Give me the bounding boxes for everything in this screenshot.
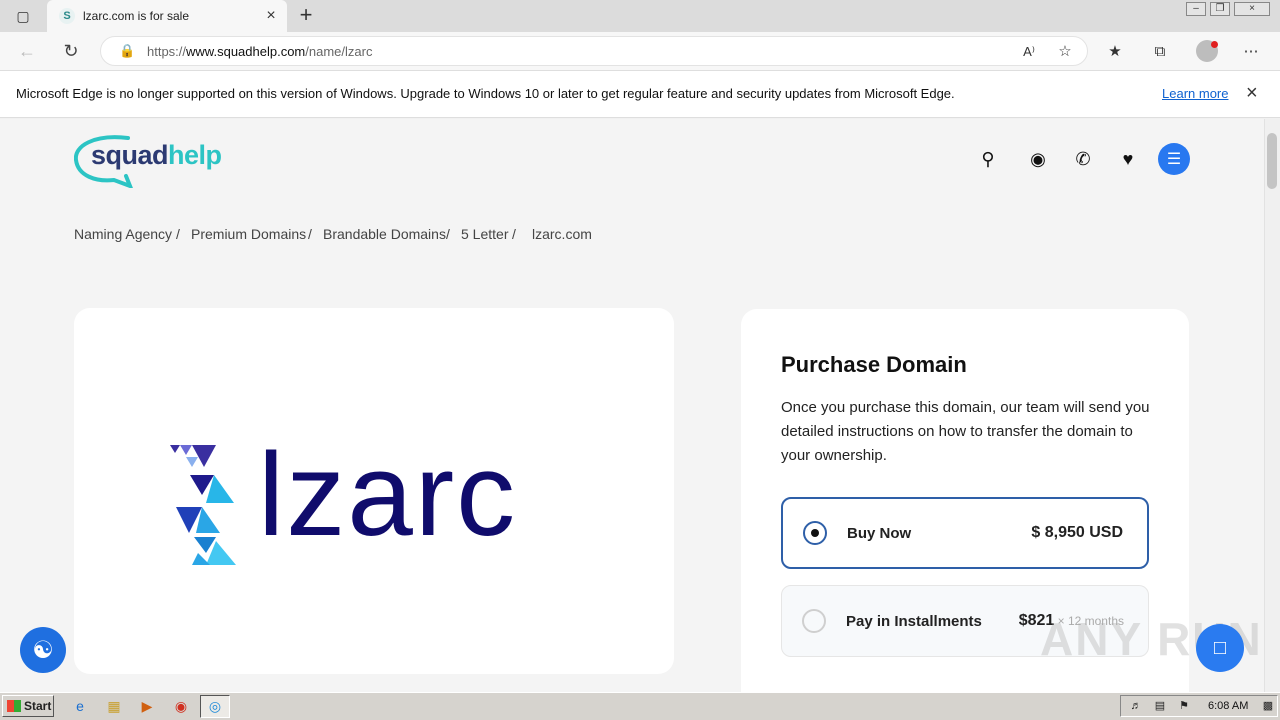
chat-button[interactable]: □ bbox=[1196, 624, 1244, 672]
start-label: Start bbox=[24, 699, 52, 713]
buy-now-price: $ 8,950 USD bbox=[1031, 524, 1123, 541]
refresh-icon[interactable]: ↻ bbox=[60, 40, 82, 62]
volume-icon[interactable]: ♬ bbox=[1126, 697, 1146, 715]
internet-explorer-icon[interactable]: e bbox=[70, 697, 90, 715]
hamburger-menu-button[interactable]: ☰ bbox=[1158, 143, 1190, 175]
accessibility-button[interactable]: ☯ bbox=[20, 627, 66, 673]
chat-icon: □ bbox=[1213, 636, 1227, 659]
breadcrumb-separator: / bbox=[446, 226, 450, 242]
start-button[interactable]: Start bbox=[2, 695, 54, 717]
squadhelp-logo-text[interactable]: squadhelp bbox=[91, 140, 222, 171]
file-explorer-icon[interactable]: ▦ bbox=[104, 697, 124, 715]
hamburger-icon: ☰ bbox=[1166, 151, 1182, 168]
more-menu-icon[interactable]: ⋯ bbox=[1240, 41, 1262, 63]
purchase-description: Once you purchase this domain, our team … bbox=[781, 399, 1150, 464]
windows-logo-icon bbox=[7, 700, 21, 712]
new-tab-button[interactable]: + bbox=[294, 4, 318, 28]
network-icon[interactable]: ▤ bbox=[1150, 697, 1170, 715]
infobar-message: Microsoft Edge is no longer supported on… bbox=[16, 86, 955, 101]
restore-window-button[interactable]: ❐ bbox=[1210, 2, 1230, 16]
url-text: https://www.squadhelp.com/name/lzarc bbox=[147, 43, 373, 59]
breadcrumb-brandable-domains[interactable]: Brandable Domains bbox=[323, 226, 446, 242]
address-bar[interactable]: 🔒 https://www.squadhelp.com/name/lzarc bbox=[100, 36, 1088, 66]
windows-taskbar bbox=[0, 692, 1280, 720]
breadcrumb-separator: / bbox=[512, 226, 516, 242]
edge-icon: ◎ bbox=[208, 698, 222, 714]
back-arrow-icon[interactable]: ← bbox=[16, 40, 38, 62]
breadcrumb-current-domain: lzarc.com bbox=[532, 226, 592, 242]
breadcrumb-separator: / bbox=[308, 226, 312, 242]
tab-title: lzarc.com is for sale bbox=[83, 9, 190, 23]
buy-now-option[interactable]: Buy Now $ 8,950 USD bbox=[781, 497, 1149, 569]
scrollbar-thumb[interactable] bbox=[1267, 133, 1277, 189]
user-account-icon[interactable]: ◉ bbox=[1026, 148, 1050, 170]
phone-icon[interactable]: ✆ bbox=[1071, 148, 1095, 170]
action-center-flag-icon[interactable]: ⚑ bbox=[1174, 697, 1194, 715]
breadcrumb-5-letter[interactable]: 5 Letter bbox=[461, 226, 508, 242]
page-scrollbar[interactable] bbox=[1264, 119, 1280, 692]
radio-selected-dot bbox=[811, 529, 819, 537]
lock-icon: 🔒 bbox=[119, 43, 136, 58]
lzarc-triangles-logo-mark bbox=[170, 445, 236, 565]
installments-radio[interactable] bbox=[802, 609, 826, 633]
taskbar-clock: 6:08 AM bbox=[1208, 700, 1249, 712]
accessibility-icon: ☯ bbox=[32, 636, 54, 664]
buy-now-radio[interactable] bbox=[803, 521, 827, 545]
profile-status-dot bbox=[1211, 41, 1218, 48]
buy-now-label: Buy Now bbox=[847, 524, 912, 542]
site-favicon-icon: S bbox=[59, 8, 75, 24]
show-desktop-icon[interactable]: ▩ bbox=[1258, 697, 1278, 715]
close-tab-icon[interactable]: × bbox=[261, 7, 281, 25]
minimize-window-button[interactable]: – bbox=[1186, 2, 1206, 16]
close-window-button[interactable]: × bbox=[1234, 2, 1270, 16]
purchase-domain-title: Purchase Domain bbox=[781, 352, 967, 377]
installments-label: Pay in Installments bbox=[846, 612, 982, 630]
infobar-close-icon[interactable]: × bbox=[1246, 82, 1258, 104]
search-icon[interactable]: ⚲ bbox=[976, 148, 1000, 170]
breadcrumb-naming-agency[interactable]: Naming Agency bbox=[74, 226, 172, 242]
browser-tab[interactable]: S lzarc.com is for sale × bbox=[47, 0, 287, 32]
tab-actions-icon[interactable]: ▢ bbox=[12, 6, 34, 26]
domain-logo-word: lzarc bbox=[258, 429, 518, 561]
favorites-icon[interactable]: ★ bbox=[1104, 41, 1126, 63]
add-favorite-icon[interactable]: ☆ bbox=[1054, 41, 1076, 63]
chrome-icon[interactable]: ◉ bbox=[171, 697, 191, 715]
read-aloud-icon[interactable]: A⁾ bbox=[1018, 41, 1040, 63]
breadcrumb-separator: / bbox=[176, 226, 180, 242]
breadcrumb-premium-domains[interactable]: Premium Domains bbox=[191, 226, 306, 242]
collections-icon[interactable]: ⧉ bbox=[1149, 41, 1171, 63]
heart-icon[interactable]: ♥ bbox=[1116, 148, 1140, 170]
media-player-icon[interactable]: ▶ bbox=[137, 697, 157, 715]
learn-more-link[interactable]: Learn more bbox=[1162, 86, 1228, 101]
